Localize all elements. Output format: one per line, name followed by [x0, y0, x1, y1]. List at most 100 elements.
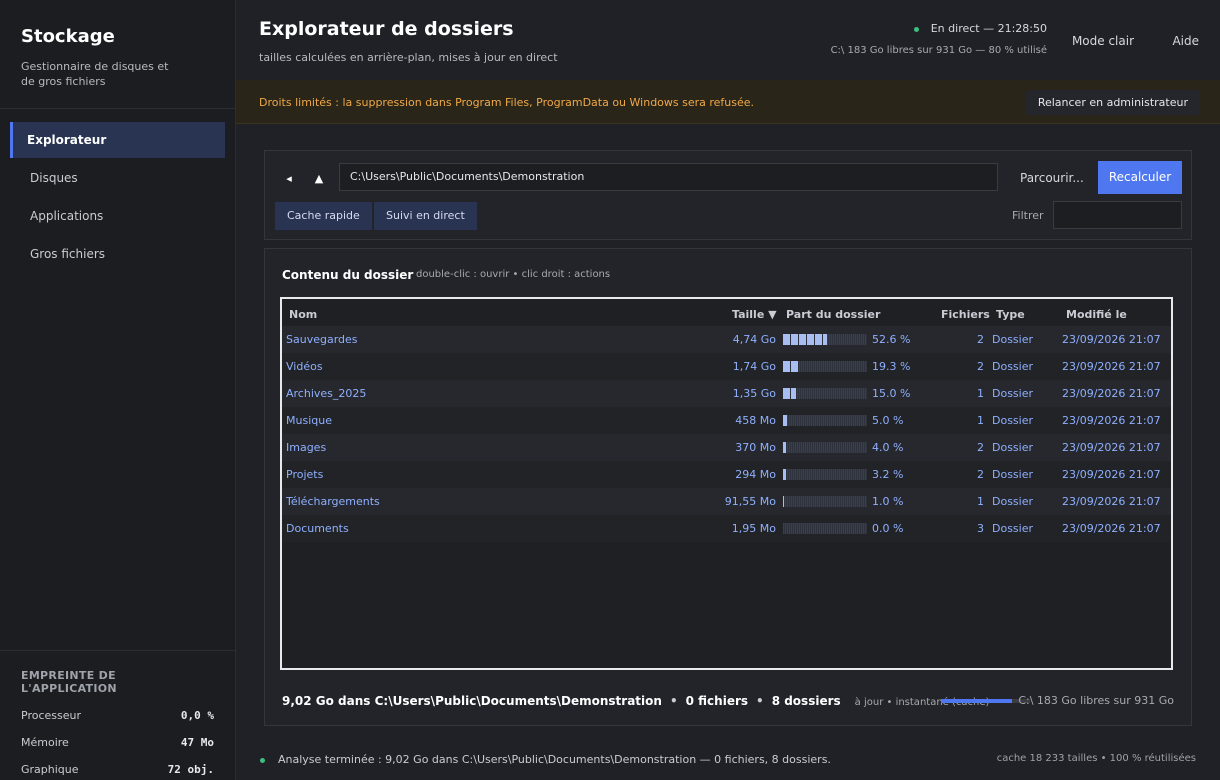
- row-share-bar: [783, 388, 867, 399]
- row-name: Téléchargements: [286, 495, 380, 508]
- folder-content-panel: Contenu du dossier double-clic : ouvrir …: [264, 248, 1192, 726]
- row-share-bar: [783, 334, 867, 345]
- footprint-value: 0,0 %: [180, 709, 214, 722]
- row-share-bar: [783, 469, 867, 480]
- row-name: Vidéos: [286, 360, 323, 373]
- sidebar-item-gros-fichiers[interactable]: Gros fichiers: [10, 236, 225, 272]
- footprint-label: Processeur: [21, 709, 81, 722]
- table-row[interactable]: Sauvegardes 4,74 Go 52.6 % 2 Dossier 23/09/20…: [282, 326, 1171, 353]
- row-size: 1,35 Go: [732, 387, 776, 400]
- row-share-bar: [783, 523, 867, 534]
- quick-cache-button[interactable]: Cache rapide: [275, 202, 372, 230]
- brand: Stockage Gestionnaire de disques et de g…: [0, 0, 235, 109]
- column-size-header[interactable]: Taille ▼: [732, 308, 777, 321]
- disk-usage-text: C:\ 183 Go libres sur 931 Go — 80 % util…: [830, 45, 1047, 56]
- footprint-graphics: Graphique 72 obj.: [21, 763, 214, 776]
- row-type: Dossier: [992, 495, 1034, 508]
- restart-admin-button[interactable]: Relancer en administrateur: [1025, 90, 1200, 115]
- row-size: 294 Mo: [735, 468, 776, 481]
- footprint-value: 47 Mo: [180, 736, 214, 749]
- row-modified: 23/09/2026 21:07: [1062, 360, 1161, 373]
- table-row[interactable]: Images 370 Mo 4.0 % 2 Dossier 23/09/2026 21:0…: [282, 434, 1171, 461]
- row-share-percent: 5.0 %: [872, 414, 904, 427]
- column-type-header[interactable]: Type: [996, 308, 1025, 321]
- row-modified: 23/09/2026 21:07: [1062, 333, 1161, 346]
- footprint-label: Graphique: [21, 763, 79, 776]
- cache-stats: cache 18 233 tailles • 100 % réutilisées: [996, 753, 1196, 764]
- live-dot-icon: [913, 26, 919, 32]
- row-size: 1,95 Mo: [731, 522, 776, 535]
- row-name: Musique: [286, 414, 332, 427]
- row-files: 2: [977, 468, 984, 481]
- row-share-bar-fill: [783, 469, 786, 480]
- summary-files: 0 fichiers: [685, 694, 749, 708]
- row-type: Dossier: [992, 387, 1034, 400]
- sidebar-item-applications[interactable]: Applications: [10, 198, 225, 234]
- path-toolbar: ◂ ▲ C:\Users\Public\Documents\Demonstrat…: [264, 150, 1192, 240]
- table-row[interactable]: Musique 458 Mo 5.0 % 1 Dossier 23/09/2026 21:…: [282, 407, 1171, 434]
- column-share-header[interactable]: Part du dossier: [786, 308, 880, 321]
- row-type: Dossier: [992, 333, 1034, 346]
- column-modified-header[interactable]: Modifié le: [1066, 308, 1127, 321]
- sidebar-item-disques[interactable]: Disques: [10, 160, 225, 196]
- live-follow-button[interactable]: Suivi en direct: [374, 202, 477, 230]
- table-row[interactable]: Vidéos 1,74 Go 19.3 % 2 Dossier 23/09/2026 21…: [282, 353, 1171, 380]
- filter-label: Filtrer: [1012, 209, 1044, 222]
- summary-separator: •: [669, 694, 678, 708]
- table-row[interactable]: Documents 1,95 Mo 0.0 % 3 Dossier 23/09/2026 …: [282, 515, 1171, 542]
- back-arrow-icon[interactable]: ◂: [280, 171, 298, 187]
- up-arrow-icon[interactable]: ▲: [310, 171, 328, 187]
- row-share-bar-fill: [783, 415, 787, 426]
- column-files-header[interactable]: Fichiers: [941, 308, 990, 321]
- row-size: 91,55 Mo: [724, 495, 776, 508]
- table-row[interactable]: Projets 294 Mo 3.2 % 2 Dossier 23/09/2026 21:…: [282, 461, 1171, 488]
- row-type: Dossier: [992, 522, 1034, 535]
- summary-folders: 8 dossiers: [771, 694, 841, 708]
- row-size: 1,74 Go: [732, 360, 776, 373]
- row-share-percent: 4.0 %: [872, 441, 904, 454]
- help-button[interactable]: Aide: [1172, 34, 1199, 48]
- app-title: Stockage: [21, 26, 115, 47]
- row-share-percent: 0.0 %: [872, 522, 904, 535]
- path-input[interactable]: C:\Users\Public\Documents\Demonstration: [339, 163, 998, 191]
- live-indicator: En direct — 21:28:50: [913, 22, 1047, 35]
- row-files: 1: [977, 495, 984, 508]
- status-dot-icon: [260, 757, 265, 763]
- browse-button[interactable]: Parcourir...: [1020, 171, 1084, 185]
- row-modified: 23/09/2026 21:07: [1062, 414, 1161, 427]
- folder-table[interactable]: Nom Taille ▼ Part du dossier Fichiers Ty…: [280, 297, 1173, 670]
- row-share-bar: [783, 442, 867, 453]
- folder-summary: 9,02 Go dans C:\Users\Public\Documents\D…: [282, 694, 989, 708]
- footprint-value: 72 obj.: [167, 763, 214, 776]
- row-share-percent: 15.0 %: [872, 387, 911, 400]
- row-type: Dossier: [992, 441, 1034, 454]
- rights-warning-text: Droits limités : la suppression dans Pro…: [259, 96, 755, 109]
- sidebar-item-explorateur[interactable]: Explorateur: [10, 122, 225, 158]
- filter-input[interactable]: [1053, 201, 1182, 229]
- row-name: Images: [286, 441, 327, 454]
- row-name: Projets: [286, 468, 324, 481]
- table-row[interactable]: Téléchargements 91,55 Mo 1.0 % 1 Dossier 23/0…: [282, 488, 1171, 515]
- page-title: Explorateur de dossiers: [259, 18, 514, 40]
- row-share-bar-fill: [783, 361, 799, 372]
- row-share-bar: [783, 361, 867, 372]
- row-size: 4,74 Go: [732, 333, 776, 346]
- summary-separator: •: [756, 694, 764, 708]
- footprint-title: EMPREINTE DE L'APPLICATION: [21, 669, 117, 695]
- row-size: 458 Mo: [735, 414, 776, 427]
- disk-usage-bar-fill: [941, 699, 1013, 703]
- row-name: Archives_2025: [286, 387, 367, 400]
- light-mode-button[interactable]: Mode clair: [1072, 34, 1134, 48]
- row-modified: 23/09/2026 21:07: [1062, 387, 1161, 400]
- row-modified: 23/09/2026 21:07: [1062, 495, 1161, 508]
- recalculate-button[interactable]: Recalculer: [1098, 161, 1182, 194]
- row-share-bar-fill: [783, 388, 796, 399]
- row-share-percent: 19.3 %: [872, 360, 911, 373]
- footprint-memory: Mémoire 47 Mo: [21, 736, 214, 749]
- column-name-header[interactable]: Nom: [289, 308, 317, 321]
- row-name: Documents: [286, 522, 349, 535]
- row-name: Sauvegardes: [286, 333, 358, 346]
- disk-free-text: C:\ 183 Go libres sur 931 Go: [1018, 694, 1174, 707]
- table-row[interactable]: Archives_2025 1,35 Go 15.0 % 1 Dossier 23/09/…: [282, 380, 1171, 407]
- status-bar: Analyse terminée : 9,02 Go dans C:\Users…: [260, 753, 831, 766]
